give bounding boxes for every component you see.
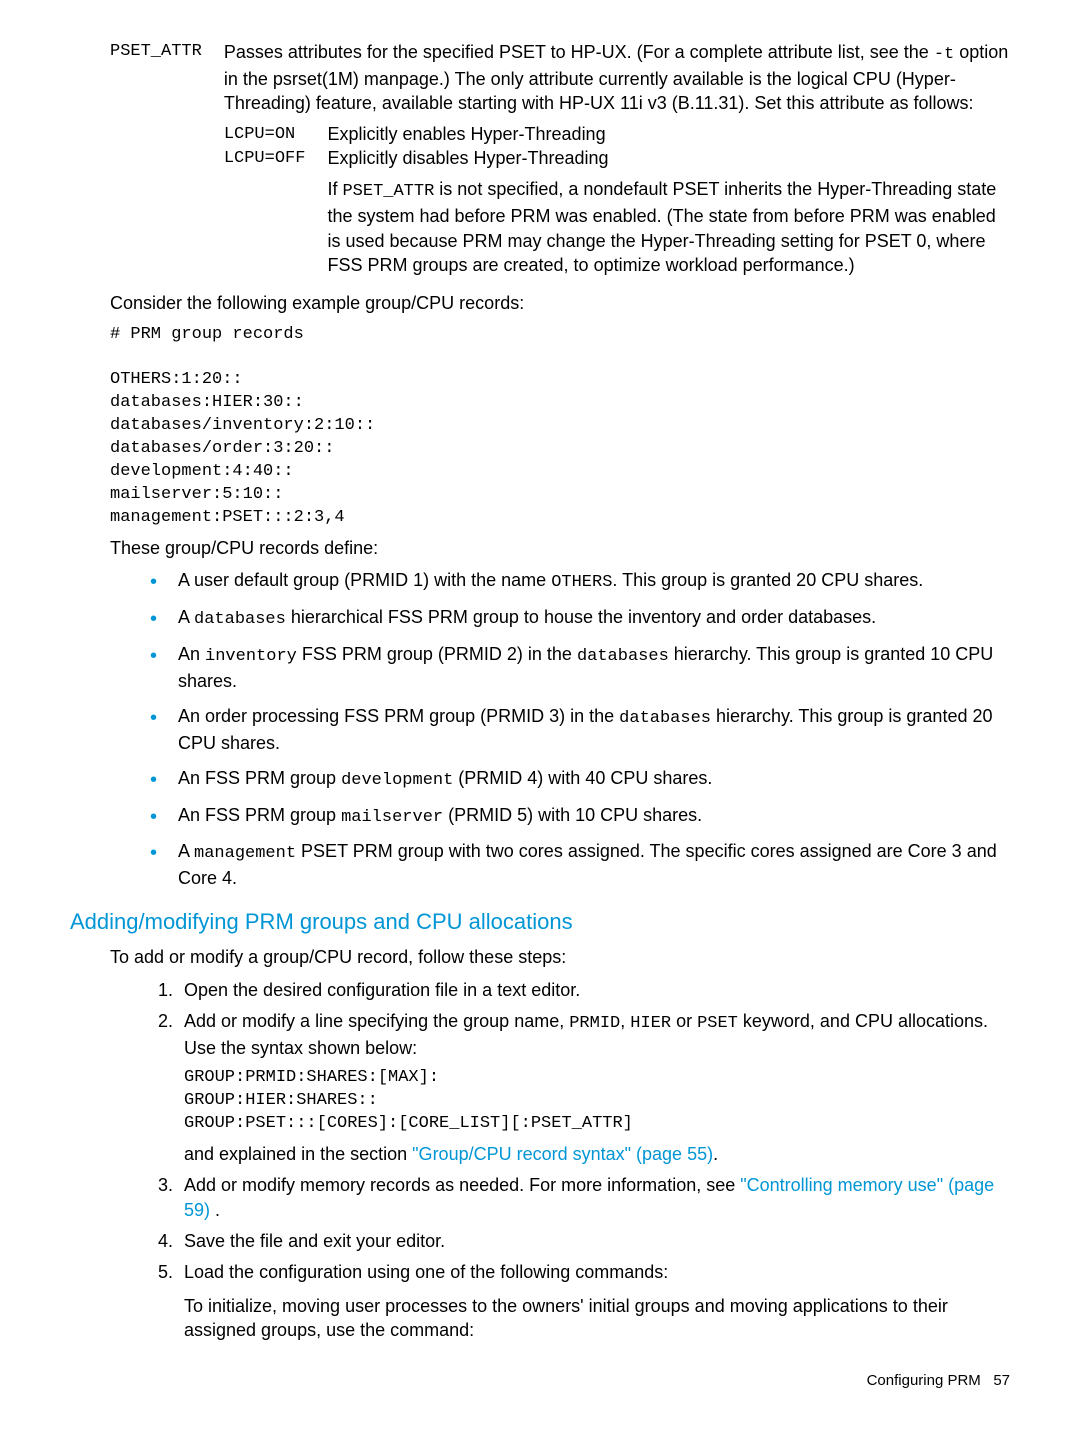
- lcpu-off-body2a: If: [327, 179, 342, 199]
- b7b: PSET PRM group with two cores assigned. …: [178, 841, 997, 888]
- list-item: An order processing FSS PRM group (PRMID…: [150, 704, 1010, 756]
- lcpu-off-term: LCPU=OFF: [224, 146, 328, 171]
- step-2b: ,: [620, 1011, 630, 1031]
- lcpu-on-body: Explicitly enables Hyper-Threading: [327, 122, 1010, 147]
- lcpu-off-body2: If PSET_ATTR is not specified, a nondefa…: [327, 171, 1010, 277]
- list-item: An FSS PRM group development (PRMID 4) w…: [150, 766, 1010, 793]
- b3b: FSS PRM group (PRMID 2) in the: [297, 644, 577, 664]
- def-body: Passes attributes for the specified PSET…: [224, 40, 1010, 277]
- step-2a: Add or modify a line specifying the grou…: [184, 1011, 569, 1031]
- step-2-expl-a: and explained in the section: [184, 1144, 412, 1164]
- b5a: An FSS PRM group: [178, 768, 341, 788]
- b3-mono2: databases: [577, 647, 669, 666]
- footer-page-number: 57: [993, 1372, 1010, 1389]
- b1b: . This group is granted 20 CPU shares.: [612, 570, 923, 590]
- lcpu-off-body2-mono: PSET_ATTR: [342, 182, 434, 201]
- blank-term: [224, 171, 328, 277]
- code-block-syntax: GROUP:PRMID:SHARES:[MAX]: GROUP:HIER:SHA…: [184, 1067, 1010, 1136]
- step-3b: .: [210, 1200, 220, 1220]
- page-footer: Configuring PRM 57: [70, 1372, 1010, 1389]
- b7a: A: [178, 841, 194, 861]
- b6a: An FSS PRM group: [178, 805, 341, 825]
- def-term: PSET_ATTR: [110, 40, 224, 277]
- bullet-list: A user default group (PRMID 1) with the …: [110, 568, 1010, 891]
- b2-mono: databases: [194, 610, 286, 629]
- step-2c: or: [671, 1011, 697, 1031]
- b6-mono: mailserver: [341, 808, 443, 827]
- lcpu-off-body: Explicitly disables Hyper-Threading: [327, 146, 1010, 171]
- step-2-m2: HIER: [630, 1014, 671, 1033]
- list-item: A databases hierarchical FSS PRM group t…: [150, 605, 1010, 632]
- list-item: An inventory FSS PRM group (PRMID 2) in …: [150, 642, 1010, 694]
- list-item: A management PSET PRM group with two cor…: [150, 839, 1010, 891]
- b4a: An order processing FSS PRM group (PRMID…: [178, 706, 619, 726]
- para-these-define: These group/CPU records define:: [110, 536, 1010, 560]
- step-5: Load the configuration using one of the …: [178, 1260, 1010, 1342]
- step-2-m1: PRMID: [569, 1014, 620, 1033]
- code-block-records: # PRM group records OTHERS:1:20:: databa…: [110, 324, 1010, 530]
- para-consider: Consider the following example group/CPU…: [110, 291, 1010, 315]
- b3a: An: [178, 644, 205, 664]
- lcpu-on-term: LCPU=ON: [224, 122, 328, 147]
- b2b: hierarchical FSS PRM group to house the …: [286, 607, 876, 627]
- pset-attr-definition: PSET_ATTR Passes attributes for the spec…: [110, 40, 1010, 277]
- para-add: To add or modify a group/CPU record, fol…: [110, 945, 1010, 969]
- list-item: A user default group (PRMID 1) with the …: [150, 568, 1010, 595]
- def-body-text-1a: Passes attributes for the specified PSET…: [224, 42, 934, 62]
- b2a: A: [178, 607, 194, 627]
- b6b: (PRMID 5) with 10 CPU shares.: [443, 805, 702, 825]
- link-group-cpu-syntax[interactable]: "Group/CPU record syntax" (page 55): [412, 1144, 713, 1164]
- b1a: A user default group (PRMID 1) with the …: [178, 570, 551, 590]
- step-1-text: Open the desired configuration file in a…: [184, 980, 580, 1000]
- steps-list: Open the desired configuration file in a…: [110, 978, 1010, 1343]
- step-5-text: Load the configuration using one of the …: [184, 1262, 668, 1282]
- b1-mono: OTHERS: [551, 573, 612, 592]
- b4-mono: databases: [619, 709, 711, 728]
- footer-section: Configuring PRM: [867, 1372, 981, 1389]
- step-1: Open the desired configuration file in a…: [178, 978, 1010, 1003]
- step-3: Add or modify memory records as needed. …: [178, 1173, 1010, 1223]
- step-3a: Add or modify memory records as needed. …: [184, 1175, 740, 1195]
- def-body-mono: -t: [934, 45, 954, 64]
- list-item: An FSS PRM group mailserver (PRMID 5) wi…: [150, 803, 1010, 830]
- b3-mono1: inventory: [205, 647, 297, 666]
- step-5-para: To initialize, moving user processes to …: [184, 1294, 1010, 1343]
- step-2-expl-b: .: [713, 1144, 718, 1164]
- step-4-text: Save the file and exit your editor.: [184, 1231, 445, 1251]
- step-2: Add or modify a line specifying the grou…: [178, 1009, 1010, 1167]
- b5-mono: development: [341, 771, 453, 790]
- section-heading: Adding/modifying PRM groups and CPU allo…: [70, 909, 1010, 935]
- step-2-m3: PSET: [697, 1014, 738, 1033]
- b7-mono: management: [194, 844, 296, 863]
- b5b: (PRMID 4) with 40 CPU shares.: [453, 768, 712, 788]
- step-4: Save the file and exit your editor.: [178, 1229, 1010, 1254]
